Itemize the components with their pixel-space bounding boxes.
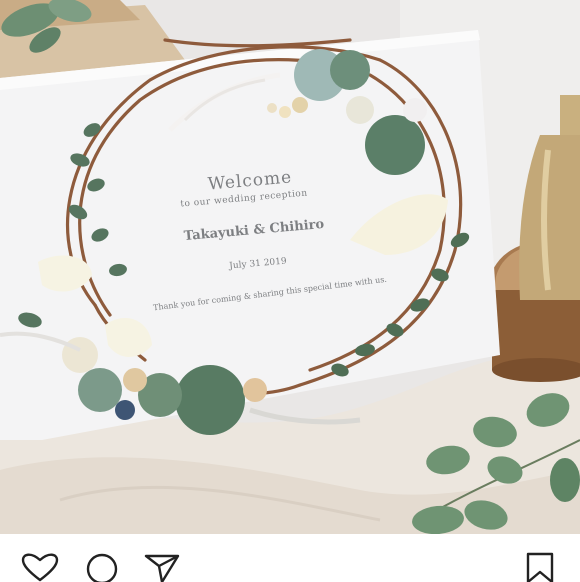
post-action-bar [0,534,580,582]
heart-icon [21,553,59,582]
like-button[interactable] [20,552,60,582]
share-button[interactable] [142,552,182,582]
send-icon [144,554,180,582]
bookmark-icon [526,552,554,582]
save-button[interactable] [520,552,560,582]
comment-button[interactable] [82,552,122,582]
comment-icon [86,553,118,582]
